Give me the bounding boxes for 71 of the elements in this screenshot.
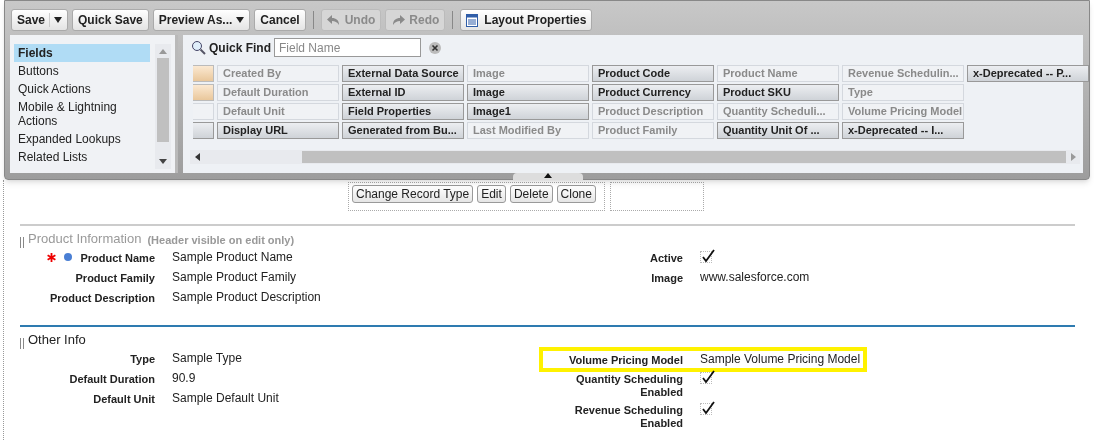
field-value: Sample Product Family	[172, 270, 297, 285]
table-icon	[466, 13, 479, 27]
scroll-left-icon[interactable]	[195, 153, 200, 161]
field-label: Default Unit	[93, 392, 155, 406]
record-button[interactable]: Delete	[509, 185, 553, 203]
toolbar-button[interactable]: Cancel	[254, 9, 306, 31]
field-tile[interactable]: Display URL	[217, 122, 339, 139]
field-label: Revenue Scheduling Enabled	[573, 403, 683, 430]
section-title: Other Info	[28, 330, 86, 349]
undo-icon	[326, 14, 341, 26]
field-label: Type	[130, 352, 155, 366]
field-tile[interactable]: External ID	[342, 84, 464, 101]
toolbar-button[interactable]: Preview As...	[152, 9, 251, 31]
category-item[interactable]: Fields	[14, 44, 150, 62]
field-tile[interactable]: Product Currency	[592, 84, 714, 101]
caret-icon	[236, 17, 245, 23]
field-tile[interactable]: Field Properties	[342, 103, 464, 120]
field-label: Image	[651, 271, 683, 285]
field-value: www.salesforce.com	[700, 270, 810, 285]
scroll-right-icon[interactable]	[1071, 153, 1076, 161]
scrollbar[interactable]	[190, 150, 1080, 164]
field-tile[interactable]: Image	[467, 84, 589, 101]
field-tile[interactable]: x-Deprecated -- I...	[842, 122, 964, 139]
search-icon	[191, 40, 206, 55]
field-tile[interactable]: Image1	[467, 103, 589, 120]
field-value: Sample Type	[172, 351, 242, 366]
field-tile[interactable]	[193, 84, 214, 101]
field-tile[interactable]	[193, 65, 214, 82]
clear-icon[interactable]	[429, 41, 441, 54]
field-label: Product Description	[49, 291, 155, 305]
redo-icon	[391, 14, 406, 26]
category-item[interactable]: Quick Actions	[14, 80, 150, 98]
category-item[interactable]: Expanded Lookups	[14, 130, 150, 148]
field-label: Default Duration	[69, 372, 155, 386]
toolbar-button[interactable]: Quick Save	[72, 9, 149, 31]
section-note: (Header visible on edit only)	[147, 232, 295, 248]
field-label: Quantity Scheduling Enabled	[575, 372, 683, 399]
field-value: Sample Default Unit	[172, 391, 279, 406]
field-value: Sample Volume Pricing Model	[700, 352, 861, 367]
field-tile[interactable]: Product Code	[592, 65, 714, 82]
record-button[interactable]: Clone	[556, 185, 596, 203]
field-tile[interactable]: Quantity Unit Of ...	[717, 122, 839, 139]
field-label: Product Family	[75, 271, 155, 285]
caret-icon	[49, 13, 63, 27]
field-label: Volume Pricing Model	[568, 353, 683, 367]
scroll-up-icon[interactable]	[159, 49, 167, 54]
section-title: Product Information	[28, 229, 142, 248]
toolbar-button[interactable]: Layout Properties	[460, 9, 593, 31]
scrollbar[interactable]	[155, 44, 171, 169]
quick-find-label: Quick Find	[209, 39, 271, 57]
field-tile[interactable]: External Data Source	[342, 65, 464, 82]
field-value: 90.9	[172, 371, 196, 386]
field-value: Sample Product Name	[172, 250, 293, 265]
category-item[interactable]: Mobile & Lightning Actions	[14, 98, 150, 130]
field-tile[interactable]: Product SKU	[717, 84, 839, 101]
field-label: Product Name	[80, 251, 155, 265]
search-field[interactable]: Field Name	[274, 38, 421, 57]
drag-handle-icon[interactable]	[20, 338, 24, 349]
record-button[interactable]: Change Record Type	[352, 185, 474, 203]
toolbar-button[interactable]: Save	[11, 9, 69, 31]
field-value: Sample Product Description	[172, 290, 321, 305]
category-item[interactable]: Related Lists	[14, 148, 150, 166]
field-tile[interactable]: x-Deprecated -- P...	[967, 65, 1089, 82]
category-item[interactable]: Buttons	[14, 62, 150, 80]
drag-handle-icon[interactable]	[20, 237, 24, 248]
field-tile[interactable]	[193, 122, 214, 139]
scroll-down-icon[interactable]	[159, 159, 167, 164]
record-button[interactable]: Edit	[477, 185, 506, 203]
collapse-handle[interactable]	[513, 173, 583, 180]
field-tile[interactable]: Generated from Bu...	[342, 122, 464, 139]
field-label: Active	[649, 251, 683, 265]
